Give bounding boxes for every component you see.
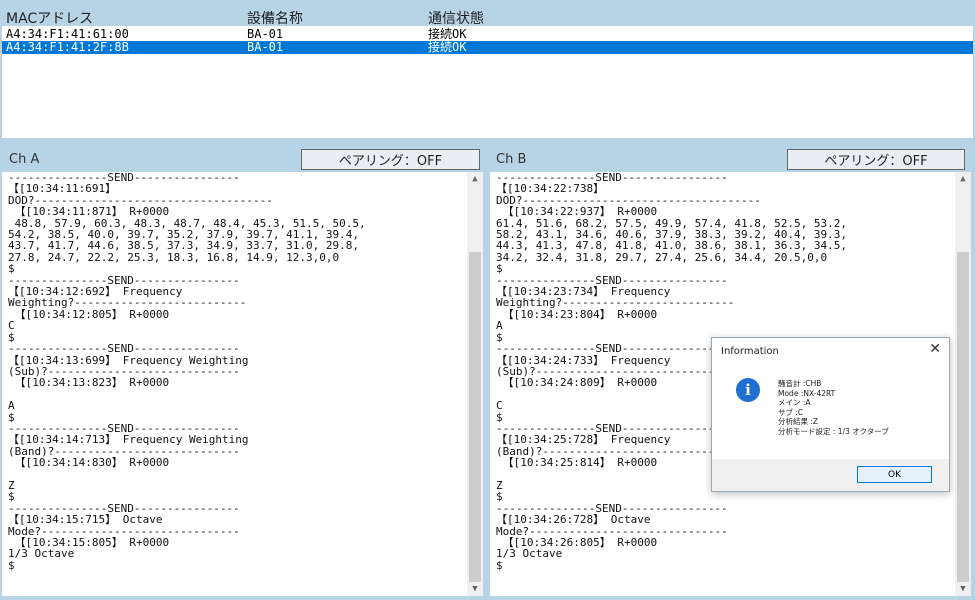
dialog-message: 騒音計 :CHB Mode :NX-42RT メイン :A サブ :C 分析結果…: [778, 379, 889, 436]
device-row[interactable]: A4:34:F1:41:61:00 BA-01 接続OK: [2, 28, 973, 41]
dialog-line: Mode :NX-42RT: [778, 388, 836, 398]
ok-button[interactable]: OK: [857, 466, 932, 483]
device-list[interactable]: A4:34:F1:41:61:00 BA-01 接続OK A4:34:F1:41…: [2, 26, 973, 138]
channel-a-pairing-button[interactable]: ペアリング：OFF: [301, 149, 480, 170]
column-device-name[interactable]: 設備名称: [247, 8, 303, 28]
device-status: 接続OK: [428, 40, 467, 54]
channel-b-label: Ch B: [496, 152, 527, 167]
channel-b-scrollbar[interactable]: ▲ ▼: [955, 172, 971, 596]
channel-a-scrollbar[interactable]: ▲ ▼: [467, 172, 483, 596]
channel-a-log[interactable]: ---------------SEND---------------- 【[10…: [2, 172, 483, 596]
device-list-header: MACアドレス 設備名称 通信状態: [0, 0, 975, 28]
dialog-line: メイン :A: [778, 398, 811, 407]
scroll-up-icon[interactable]: ▲: [467, 172, 483, 186]
scroll-down-icon[interactable]: ▼: [955, 582, 971, 596]
scroll-down-icon[interactable]: ▼: [467, 582, 483, 596]
dialog-line: サブ :C: [778, 407, 804, 417]
dialog-title: Information: [721, 346, 779, 357]
dialog-line: 分析モード設定 : 1/3 オクターブ: [778, 426, 889, 436]
channel-a-label: Ch A: [9, 152, 40, 167]
scroll-up-icon[interactable]: ▲: [955, 172, 971, 186]
channel-a-log-text: ---------------SEND---------------- 【[10…: [8, 172, 366, 572]
column-mac-address[interactable]: MACアドレス: [6, 8, 93, 28]
device-name: BA-01: [247, 40, 284, 54]
information-dialog: Information ✕ i 騒音計 :CHB Mode :NX-42RT メ…: [711, 337, 950, 492]
info-icon: i: [736, 378, 760, 402]
device-mac: A4:34:F1:41:2F:8B: [6, 40, 129, 54]
scroll-thumb[interactable]: [957, 252, 969, 582]
column-connection-status[interactable]: 通信状態: [428, 8, 484, 28]
dialog-line: 分析結果 :Z: [778, 417, 819, 426]
close-icon[interactable]: ✕: [929, 341, 941, 357]
dialog-line: 騒音計 :CHB: [778, 379, 822, 388]
channel-b-pairing-button[interactable]: ペアリング：OFF: [787, 149, 965, 170]
scroll-thumb[interactable]: [469, 252, 481, 582]
dialog-footer: OK: [712, 459, 949, 491]
device-row-selected[interactable]: A4:34:F1:41:2F:8B BA-01 接続OK: [2, 41, 973, 54]
